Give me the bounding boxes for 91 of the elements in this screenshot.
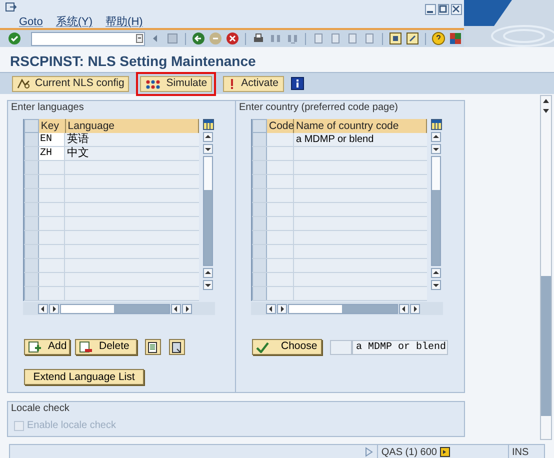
button[interactable]: Extend Language List bbox=[24, 369, 144, 385]
row-selector[interactable] bbox=[252, 259, 267, 272]
toolbar-button[interactable]: Simulate bbox=[140, 76, 212, 92]
scrollbar[interactable] bbox=[203, 156, 213, 266]
help-icon[interactable] bbox=[432, 32, 445, 45]
table-cell: 英语 bbox=[65, 133, 199, 146]
arrow-left-icon[interactable] bbox=[399, 304, 409, 314]
arrow-up-icon[interactable] bbox=[203, 132, 213, 142]
scrollbar[interactable] bbox=[60, 304, 170, 314]
button[interactable]: Delete bbox=[75, 339, 137, 355]
column-header[interactable]: Code bbox=[267, 119, 294, 133]
minimize-icon[interactable] bbox=[425, 4, 436, 15]
scrollbar[interactable] bbox=[540, 95, 552, 440]
row-selector[interactable] bbox=[252, 273, 267, 286]
add-icon bbox=[28, 341, 42, 353]
row-selector[interactable] bbox=[24, 161, 39, 174]
row-selector[interactable] bbox=[252, 217, 267, 230]
row-selector[interactable] bbox=[252, 203, 267, 216]
button[interactable]: Add bbox=[24, 339, 70, 355]
row-selector[interactable] bbox=[252, 189, 267, 202]
print-icon[interactable] bbox=[252, 32, 266, 45]
table-cell: a MDMP or blend bbox=[294, 133, 427, 146]
dropdown-icon bbox=[136, 34, 144, 43]
row-selector[interactable] bbox=[252, 175, 267, 188]
column-settings-icon[interactable] bbox=[202, 119, 214, 130]
scrollbar[interactable] bbox=[431, 156, 441, 266]
arrow-down-icon[interactable] bbox=[431, 280, 441, 290]
table-cell[interactable]: EN bbox=[39, 133, 65, 146]
button[interactable]: Choose bbox=[252, 339, 322, 355]
output-field: a MDMP or blend bbox=[352, 340, 448, 354]
table-cell: 中文 bbox=[65, 147, 199, 160]
select-all-icon[interactable] bbox=[145, 339, 161, 355]
row-selector[interactable] bbox=[24, 203, 39, 216]
arrow-down-icon[interactable] bbox=[431, 144, 441, 154]
insert-mode: INS bbox=[508, 444, 544, 458]
row-selector[interactable] bbox=[252, 161, 267, 174]
column-header[interactable]: Language bbox=[66, 119, 199, 133]
column-header[interactable]: Name of country code bbox=[294, 119, 427, 133]
menu-item[interactable]: 帮助(H) bbox=[106, 14, 143, 30]
arrow-left-icon[interactable] bbox=[38, 304, 48, 314]
column-header[interactable]: Key bbox=[38, 119, 66, 133]
command-field[interactable] bbox=[31, 32, 146, 46]
scrollbar[interactable] bbox=[288, 304, 398, 314]
row-selector[interactable] bbox=[252, 147, 267, 160]
expand-arrow-icon[interactable] bbox=[365, 447, 374, 457]
arrow-down-icon[interactable] bbox=[203, 280, 213, 290]
arrow-up-icon[interactable] bbox=[203, 268, 213, 278]
toolbar-button[interactable]: Current NLS config bbox=[12, 76, 130, 92]
row-selector[interactable] bbox=[24, 189, 39, 202]
menu-item[interactable]: Goto bbox=[19, 14, 43, 30]
arrow-down-icon[interactable] bbox=[203, 144, 213, 154]
checkbox-label: Enable locale check bbox=[27, 419, 116, 433]
select-all-cell[interactable] bbox=[252, 119, 267, 133]
arrow-right-icon[interactable] bbox=[277, 304, 287, 314]
row-selector[interactable] bbox=[24, 231, 39, 244]
cancel-icon[interactable] bbox=[226, 32, 240, 45]
toolbar-button[interactable]: Activate bbox=[223, 76, 284, 92]
arrow-up-icon[interactable] bbox=[431, 132, 441, 142]
deselect-all-icon[interactable] bbox=[169, 339, 185, 355]
close-icon[interactable] bbox=[451, 4, 462, 15]
row-selector[interactable] bbox=[252, 231, 267, 244]
row-selector[interactable] bbox=[252, 245, 267, 258]
maximize-icon[interactable] bbox=[438, 4, 449, 15]
checkmark-icon bbox=[256, 342, 269, 352]
menu-item[interactable]: 系统(Y) bbox=[56, 14, 93, 30]
layout-icon[interactable] bbox=[448, 32, 462, 45]
dots-icon bbox=[145, 78, 162, 90]
arrow-right-icon[interactable] bbox=[182, 304, 192, 314]
column-settings-icon[interactable] bbox=[430, 119, 442, 130]
arrow-left-icon[interactable] bbox=[171, 304, 181, 314]
row-selector[interactable] bbox=[24, 273, 39, 286]
arrow-right-icon[interactable] bbox=[410, 304, 420, 314]
row-selector[interactable] bbox=[24, 259, 39, 272]
window-menu-icon[interactable] bbox=[5, 2, 17, 13]
row-selector[interactable] bbox=[24, 147, 39, 160]
row-selector[interactable] bbox=[24, 217, 39, 230]
row-selector[interactable] bbox=[24, 175, 39, 188]
row-selector[interactable] bbox=[252, 133, 267, 146]
info-icon[interactable] bbox=[290, 77, 304, 90]
table-cell[interactable]: ZH bbox=[39, 147, 65, 160]
arrow-up-icon[interactable] bbox=[431, 268, 441, 278]
select-all-cell[interactable] bbox=[24, 119, 39, 133]
input-field[interactable] bbox=[330, 340, 352, 354]
back-icon[interactable] bbox=[192, 32, 206, 45]
check-icon[interactable] bbox=[8, 32, 21, 45]
row-selector[interactable] bbox=[24, 133, 39, 146]
delete-icon bbox=[79, 341, 93, 353]
arrow-left-icon[interactable] bbox=[266, 304, 276, 314]
row-selector[interactable] bbox=[24, 245, 39, 258]
arrow-right-icon[interactable] bbox=[49, 304, 59, 314]
server-icon[interactable] bbox=[440, 447, 450, 457]
